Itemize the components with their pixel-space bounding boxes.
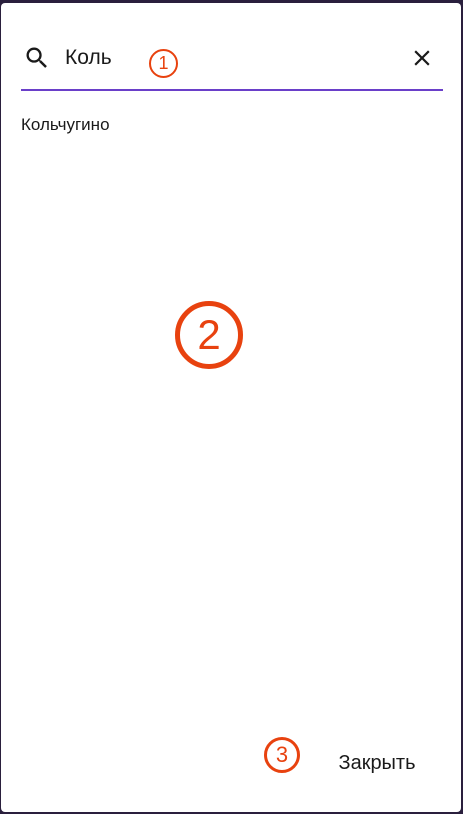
list-item[interactable]: Кольчугино (21, 103, 441, 147)
close-icon[interactable] (409, 45, 435, 71)
results-list: Кольчугино (21, 103, 441, 147)
search-bar (21, 33, 443, 91)
city-search-dialog: Кольчугино Закрыть (1, 3, 461, 812)
close-button[interactable]: Закрыть (319, 741, 435, 785)
search-icon (26, 47, 47, 68)
annotation-marker-3: 3 (264, 737, 300, 773)
annotation-marker-2: 2 (175, 301, 243, 369)
annotation-marker-1: 1 (149, 49, 178, 78)
search-input[interactable] (65, 42, 385, 74)
